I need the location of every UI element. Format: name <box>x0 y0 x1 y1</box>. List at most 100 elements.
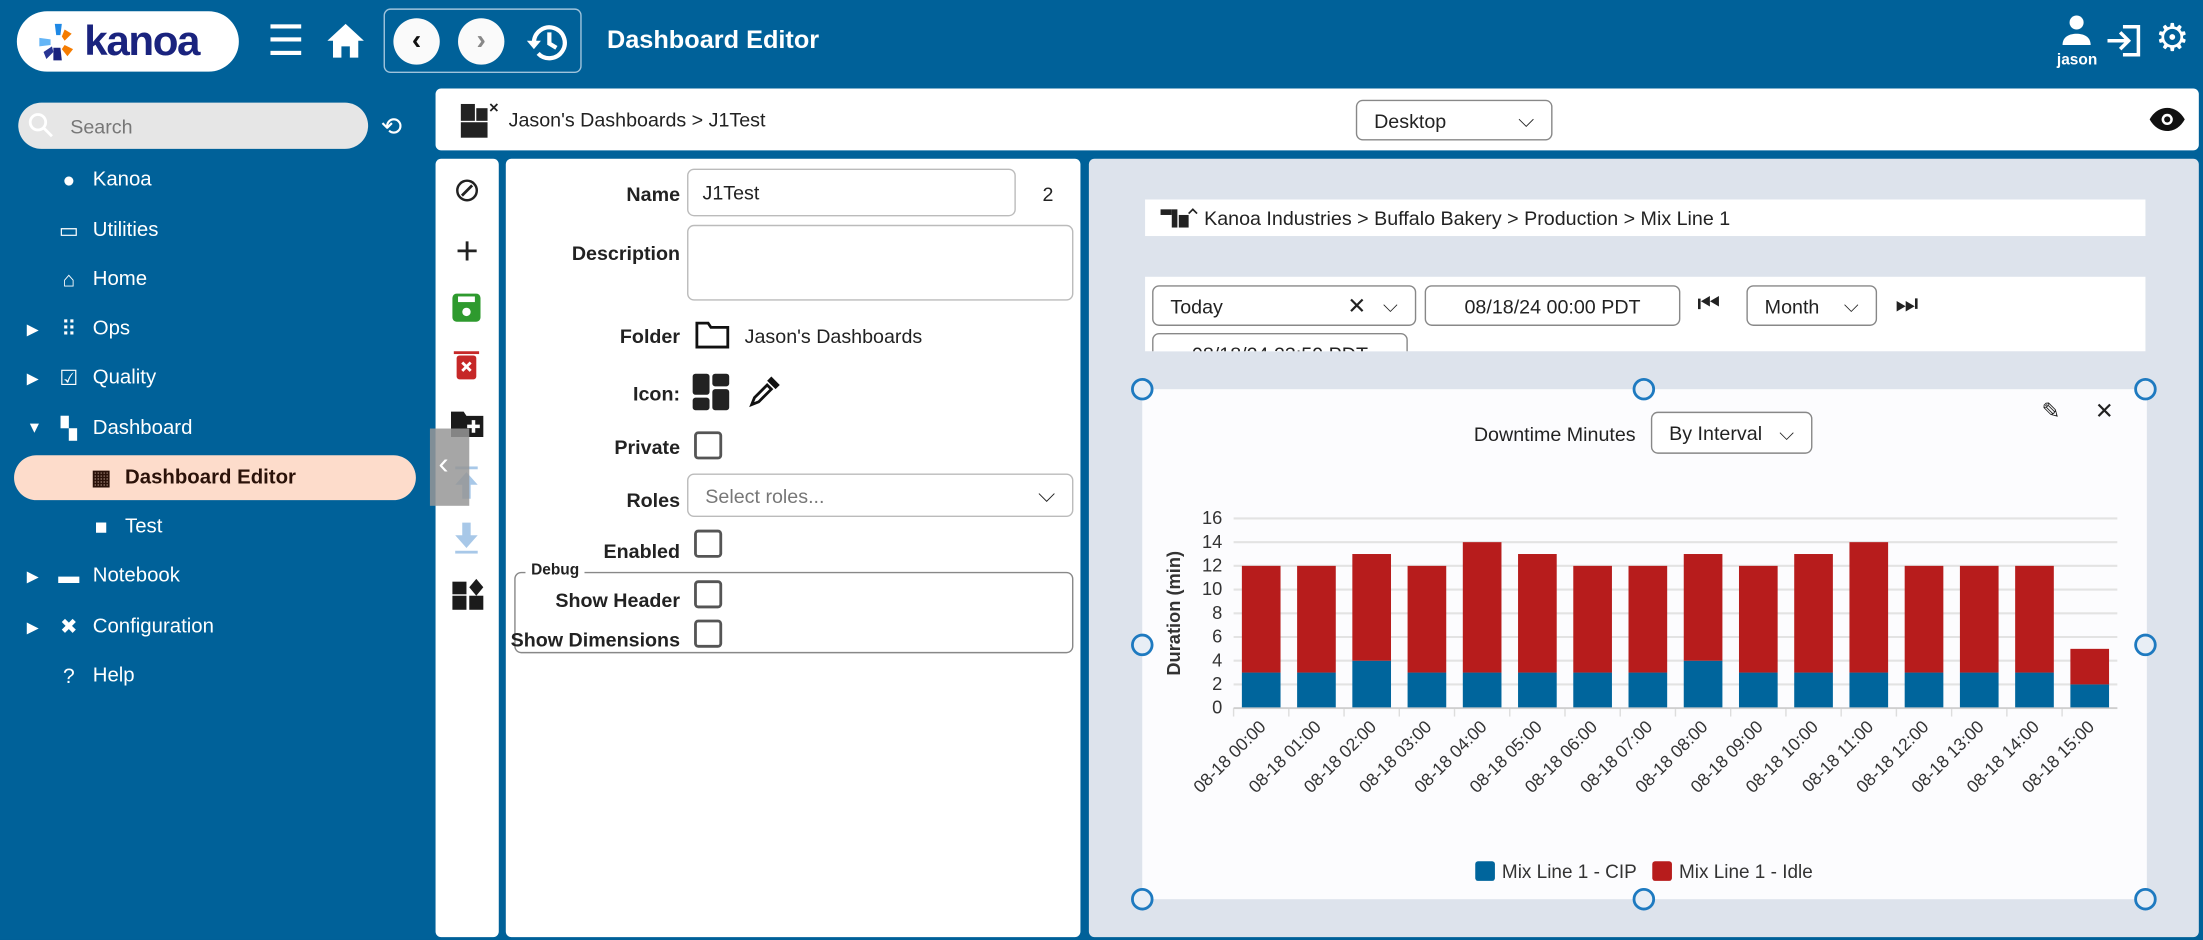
caret-down-icon[interactable]: ▼ <box>27 420 42 437</box>
folder-icon[interactable] <box>694 319 731 350</box>
sidebar-item-quality[interactable]: ▶ ☑ Quality <box>0 355 422 400</box>
menu-icon[interactable]: ☰ <box>267 17 305 66</box>
kanoa-logo[interactable]: kanoa <box>16 11 239 72</box>
dashboard-close-icon[interactable] <box>459 103 499 140</box>
bar-idle[interactable] <box>2070 648 2110 685</box>
bar-cip[interactable] <box>1904 672 1944 709</box>
user-icon[interactable] <box>2061 14 2092 45</box>
end-date-input[interactable]: 08/18/24 23:59 PDT <box>1152 332 1408 352</box>
sidebar-item-notebook[interactable]: ▶ ▬ Notebook <box>0 554 422 599</box>
bar-idle[interactable] <box>1241 565 1281 673</box>
widgets-icon[interactable] <box>451 577 485 611</box>
interval-select[interactable]: Month ⌵ <box>1746 285 1878 326</box>
bar-idle[interactable] <box>1462 542 1502 673</box>
sidebar-item-utilities[interactable]: ▭ Utilities <box>0 208 422 253</box>
roles-select[interactable]: Select roles... ⌵ <box>687 473 1074 518</box>
show-header-checkbox[interactable] <box>694 580 723 609</box>
sidebar-item-kanoa[interactable]: ● Kanoa <box>0 157 422 202</box>
bar-cip[interactable] <box>1241 672 1281 709</box>
bar-idle[interactable] <box>2015 565 2054 673</box>
bar-cip[interactable] <box>1683 660 1723 709</box>
caret-right-icon[interactable]: ▶ <box>27 617 39 636</box>
bar-cip[interactable] <box>2015 672 2054 709</box>
resize-handle-n[interactable] <box>1632 377 1656 401</box>
private-checkbox[interactable] <box>694 431 723 460</box>
bar-idle[interactable] <box>1297 565 1336 673</box>
bar-cip[interactable] <box>1849 672 1889 709</box>
bar-cip[interactable] <box>1518 672 1557 709</box>
bar-cip[interactable] <box>2070 684 2110 709</box>
legend-swatch[interactable] <box>1475 861 1495 881</box>
enabled-checkbox[interactable] <box>694 529 723 558</box>
bar-idle[interactable] <box>1738 565 1778 673</box>
sidebar-item-ops[interactable]: ▶ ⠿ Ops <box>0 306 422 351</box>
caret-right-icon[interactable]: ▶ <box>27 320 39 338</box>
editor-breadcrumb[interactable]: Jason's Dashboards > J1Test <box>509 108 766 130</box>
bar-idle[interactable] <box>1683 554 1723 661</box>
resize-handle-sw[interactable] <box>1131 887 1154 911</box>
forward-icon[interactable]: › <box>458 18 505 65</box>
bar-idle[interactable] <box>1628 565 1668 673</box>
skip-previous-icon[interactable]: ⏮ <box>1697 289 1720 319</box>
gear-icon[interactable]: ⚙ <box>2155 17 2189 61</box>
location-breadcrumb[interactable]: Kanoa Industries > Buffalo Bakery > Prod… <box>1204 207 1730 229</box>
bar-cip[interactable] <box>1628 672 1668 709</box>
legend-label[interactable]: Mix Line 1 - CIP <box>1502 862 1637 883</box>
start-date-input[interactable]: 08/18/24 00:00 PDT <box>1424 285 1681 326</box>
add-icon[interactable]: + <box>436 229 499 274</box>
bar-idle[interactable] <box>1904 565 1944 673</box>
bar-idle[interactable] <box>1849 542 1889 673</box>
folder-value[interactable]: Jason's Dashboards <box>745 325 923 347</box>
eyedropper-icon[interactable] <box>747 375 781 409</box>
dashboard-icon[interactable] <box>691 372 730 411</box>
clear-icon[interactable]: ✕ <box>1347 292 1366 320</box>
resize-handle-e[interactable] <box>2134 633 2157 657</box>
name-input[interactable]: J1Test <box>687 168 1016 217</box>
bar-cip[interactable] <box>1407 672 1447 709</box>
bar-cip[interactable] <box>1462 672 1502 709</box>
delete-icon[interactable] <box>452 350 480 381</box>
bar-cip[interactable] <box>1297 672 1336 709</box>
sidebar-item-configuration[interactable]: ▶ ✖ Configuration <box>0 604 422 649</box>
cancel-icon[interactable]: ⊘ <box>436 170 499 211</box>
resize-handle-ne[interactable] <box>2134 377 2157 401</box>
sidebar-item-dashboard[interactable]: ▼ ▚ Dashboard <box>0 406 422 451</box>
bar-idle[interactable] <box>1352 554 1392 661</box>
bar-cip[interactable] <box>1738 672 1778 709</box>
bar-idle[interactable] <box>1959 565 1999 673</box>
bar-idle[interactable] <box>1794 554 1833 673</box>
bar-cip[interactable] <box>1794 672 1833 709</box>
caret-right-icon[interactable]: ▶ <box>27 369 39 387</box>
resize-handle-nw[interactable] <box>1131 377 1154 401</box>
search-input[interactable]: Search <box>18 102 369 149</box>
logout-icon[interactable] <box>2106 24 2143 58</box>
bar-idle[interactable] <box>1407 565 1447 673</box>
bar-cip[interactable] <box>1959 672 1999 709</box>
back-icon[interactable]: ‹ <box>393 18 440 65</box>
sidebar-item-test[interactable]: ■ Test <box>0 504 422 549</box>
save-icon[interactable] <box>451 292 482 323</box>
sidebar-item-help[interactable]: ? Help <box>0 653 422 698</box>
description-textarea[interactable] <box>687 224 1074 301</box>
chart-widget[interactable]: Downtime Minutes By Interval ⌵ ✎ ✕ 024681… <box>1142 389 2147 900</box>
resize-handle-se[interactable] <box>2134 887 2157 911</box>
bar-idle[interactable] <box>1518 554 1557 673</box>
range-select[interactable]: Today ✕ ⌵ <box>1152 285 1417 326</box>
move-down-icon[interactable] <box>452 521 480 555</box>
caret-right-icon[interactable]: ▶ <box>27 567 39 585</box>
skip-next-icon[interactable]: ⏭ <box>1895 289 1918 319</box>
collapse-sidebar-button[interactable]: ‹ <box>429 428 470 506</box>
user-name[interactable]: jason <box>2057 52 2097 69</box>
bar-cip[interactable] <box>1573 672 1612 709</box>
view-mode-select[interactable]: Desktop ⌵ <box>1355 99 1553 141</box>
resize-handle-w[interactable] <box>1131 633 1154 657</box>
sidebar-item-dashboard-editor[interactable]: ▦ Dashboard Editor <box>14 455 416 501</box>
legend-swatch[interactable] <box>1652 861 1672 881</box>
sidebar-item-home[interactable]: ⌂ Home <box>0 257 422 302</box>
refresh-icon[interactable]: ⟲ <box>381 112 402 142</box>
show-dimensions-checkbox[interactable] <box>694 619 723 648</box>
legend-label[interactable]: Mix Line 1 - Idle <box>1679 862 1813 883</box>
bar-cip[interactable] <box>1352 660 1392 709</box>
history-icon[interactable] <box>525 21 570 63</box>
eye-icon[interactable] <box>2148 107 2186 132</box>
